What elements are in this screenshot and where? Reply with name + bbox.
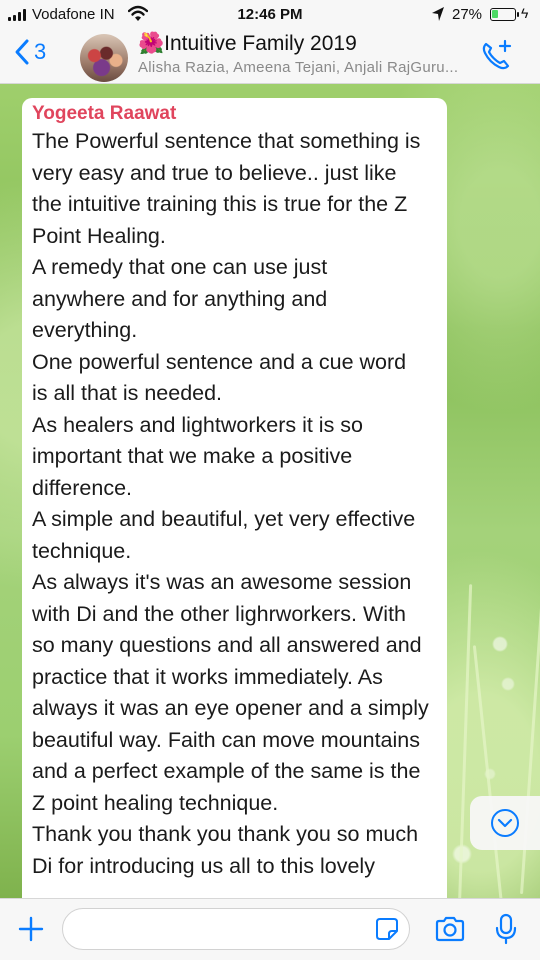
message-line: beautiful way. Faith can move mountains	[32, 727, 420, 752]
message-line: Z point healing technique.	[32, 790, 279, 815]
back-chevron-icon	[15, 39, 29, 65]
message-bubble[interactable]: Yogeeta Raawat The Powerful sentence tha…	[22, 98, 447, 918]
message-line: One powerful sentence and a cue word	[32, 349, 407, 374]
message-line: anywhere and for anything and	[32, 286, 328, 311]
message-line: practice that it works immediately. As	[32, 664, 383, 689]
message-line: As always it's was an awesome session	[32, 570, 412, 594]
microphone-icon[interactable]	[495, 913, 517, 945]
camera-icon[interactable]	[434, 915, 466, 943]
group-name: Intuitive Family 2019	[164, 32, 357, 55]
scroll-to-bottom-button[interactable]	[470, 796, 540, 850]
message-input[interactable]	[62, 908, 410, 950]
message-line: technique.	[32, 538, 132, 563]
sender-name: Yogeeta Raawat	[32, 103, 177, 124]
group-avatar[interactable]	[80, 34, 128, 82]
message-line: always it was an eye opener and a simply	[32, 696, 429, 720]
chevron-down-icon	[491, 809, 519, 837]
status-bar: Vodafone IN 12:46 PM 27% ϟ	[0, 0, 540, 30]
message-line: the intuitive training this is true for …	[32, 192, 408, 216]
location-arrow-icon	[432, 7, 444, 21]
message-line: Thank you thank you thank you so much	[32, 822, 419, 846]
message-line: everything.	[32, 318, 138, 342]
message-line: difference.	[32, 475, 133, 500]
charging-bolt-icon: ϟ	[521, 5, 529, 21]
chat-title[interactable]: 🌺 Intuitive Family 2019	[138, 32, 357, 56]
message-line: and a perfect example of the same is the	[32, 759, 421, 783]
message-line: very easy and true to believe.. just lik…	[32, 160, 397, 185]
hibiscus-emoji: 🌺	[138, 32, 165, 55]
message-line: A simple and beautiful, yet very effecti…	[32, 507, 416, 531]
message-line: important that we make a positive	[32, 444, 353, 468]
battery-icon	[490, 8, 519, 21]
add-call-icon[interactable]	[478, 38, 514, 74]
chat-header: 3 🌺 Intuitive Family 2019 Alisha Razia, …	[0, 30, 540, 84]
plus-icon[interactable]	[17, 915, 45, 943]
battery-percent: 27%	[452, 6, 483, 23]
message-line: Point Healing.	[32, 223, 166, 248]
back-button[interactable]: 3	[14, 38, 46, 66]
battery-level	[492, 10, 498, 18]
message-line: with Di and the other lighrworkers. With	[32, 601, 407, 626]
message-line: Di for introducing us all to this lovely	[32, 853, 375, 878]
message-line: As healers and lightworkers it is so	[32, 412, 364, 437]
message-line: A remedy that one can use just	[32, 255, 328, 279]
message-input-bar	[0, 898, 540, 960]
message-line: is all that is needed.	[32, 381, 223, 405]
message-line: so many questions and all answered and	[32, 633, 422, 657]
message-line: The Powerful sentence that something is	[32, 129, 421, 153]
unread-count: 3	[34, 39, 47, 64]
message-text: The Powerful sentence that something is v…	[32, 126, 437, 882]
sticker-icon[interactable]	[375, 917, 399, 941]
participants-list[interactable]: Alisha Razia, Ameena Tejani, Anjali RajG…	[138, 59, 458, 76]
